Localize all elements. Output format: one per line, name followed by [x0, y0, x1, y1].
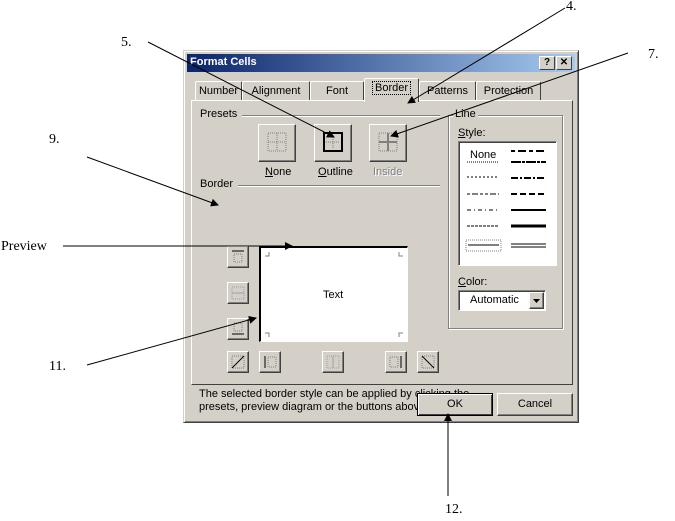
diagonal-up-border-button[interactable] [227, 351, 249, 373]
border-label: Border [200, 178, 234, 190]
border-preview[interactable]: Text [259, 246, 408, 342]
presets-label: Presets [200, 108, 238, 120]
inside-vertical-border-button[interactable] [322, 351, 344, 373]
bottom-border-button[interactable] [227, 318, 249, 340]
border-tab-panel: Presets None Outline Inside Border Text … [191, 100, 573, 413]
tab-alignment[interactable]: Alignment [242, 81, 310, 101]
inside-vertical-border-icon [326, 355, 340, 369]
dialog-title: Format Cells [190, 56, 257, 68]
diagonal-down-border-button[interactable] [417, 351, 439, 373]
inside-horizontal-border-icon [231, 286, 245, 300]
top-border-button[interactable] [227, 246, 249, 268]
color-select[interactable]: Automatic [458, 290, 546, 311]
line-style-list[interactable]: None [458, 141, 557, 266]
color-label: Color: [458, 276, 488, 288]
top-border-icon [232, 250, 244, 263]
diagonal-down-border-icon [421, 355, 435, 369]
preset-inside-icon [378, 132, 398, 152]
color-value: Automatic [470, 294, 519, 306]
tab-border-label: Border [371, 81, 412, 95]
preview-text: Text [323, 289, 344, 301]
cancel-button[interactable]: Cancel [497, 393, 573, 416]
annotation-7: 7. [648, 47, 659, 62]
tab-font[interactable]: Font [310, 81, 364, 101]
border-divider [238, 185, 440, 187]
left-border-icon [264, 356, 277, 368]
right-border-icon [389, 356, 402, 368]
preset-inside-button[interactable] [369, 124, 407, 162]
color-dropdown-button[interactable] [529, 292, 544, 309]
title-bar: Format Cells ? ✕ [187, 54, 575, 72]
tab-border[interactable]: Border [364, 78, 419, 102]
preset-inside-label: Inside [373, 166, 403, 178]
line-style-swatches [465, 150, 546, 252]
chevron-down-icon [533, 299, 540, 303]
preset-none-button[interactable] [258, 124, 296, 162]
annotation-12: 12. [445, 502, 463, 517]
bottom-border-icon [232, 322, 244, 335]
format-cells-dialog: Format Cells ? ✕ Number Alignment Font B… [183, 50, 579, 423]
diagonal-up-border-icon [231, 355, 245, 369]
tab-protection[interactable]: Protection [476, 81, 541, 101]
close-button[interactable]: ✕ [556, 56, 572, 70]
annotation-11: 11. [49, 359, 66, 374]
style-label: Style: [458, 127, 486, 139]
annotation-9: 9. [49, 132, 60, 147]
line-label: Line [453, 108, 478, 120]
preset-outline-label: Outline [318, 166, 353, 178]
left-border-button[interactable] [259, 351, 281, 373]
tab-patterns[interactable]: Patterns [419, 81, 476, 101]
preset-outline-icon [323, 132, 343, 152]
tab-number[interactable]: Number [195, 81, 242, 101]
ok-button[interactable]: OK [417, 393, 493, 416]
inside-horizontal-border-button[interactable] [227, 282, 249, 304]
annotation-4: 4. [566, 0, 577, 14]
preset-none-icon [267, 132, 287, 152]
presets-divider [242, 115, 440, 117]
preset-outline-button[interactable] [314, 124, 352, 162]
annotation-5: 5. [121, 35, 132, 50]
help-button[interactable]: ? [539, 56, 555, 70]
right-border-button[interactable] [385, 351, 407, 373]
annotation-preview: Preview [1, 239, 47, 254]
preset-none-label: None [265, 166, 292, 178]
